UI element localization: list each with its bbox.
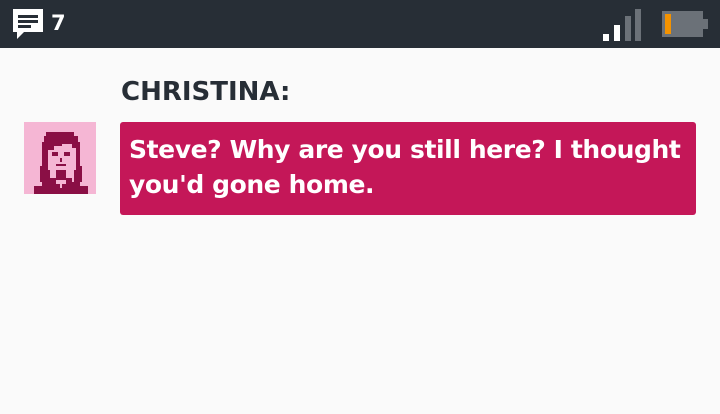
dialogue-text: Steve? Why are you still here? I thought… bbox=[129, 135, 681, 199]
message-count: 7 bbox=[51, 11, 66, 35]
avatar[interactable] bbox=[24, 122, 96, 194]
battery-low-icon bbox=[662, 11, 708, 37]
status-bar: 7 bbox=[0, 0, 720, 48]
signal-strength-icon bbox=[603, 9, 641, 41]
chat-bubble-icon[interactable] bbox=[11, 7, 45, 41]
dialogue-bubble[interactable]: Steve? Why are you still here? I thought… bbox=[120, 122, 696, 215]
speaker-name: CHRISTINA: bbox=[121, 77, 291, 107]
